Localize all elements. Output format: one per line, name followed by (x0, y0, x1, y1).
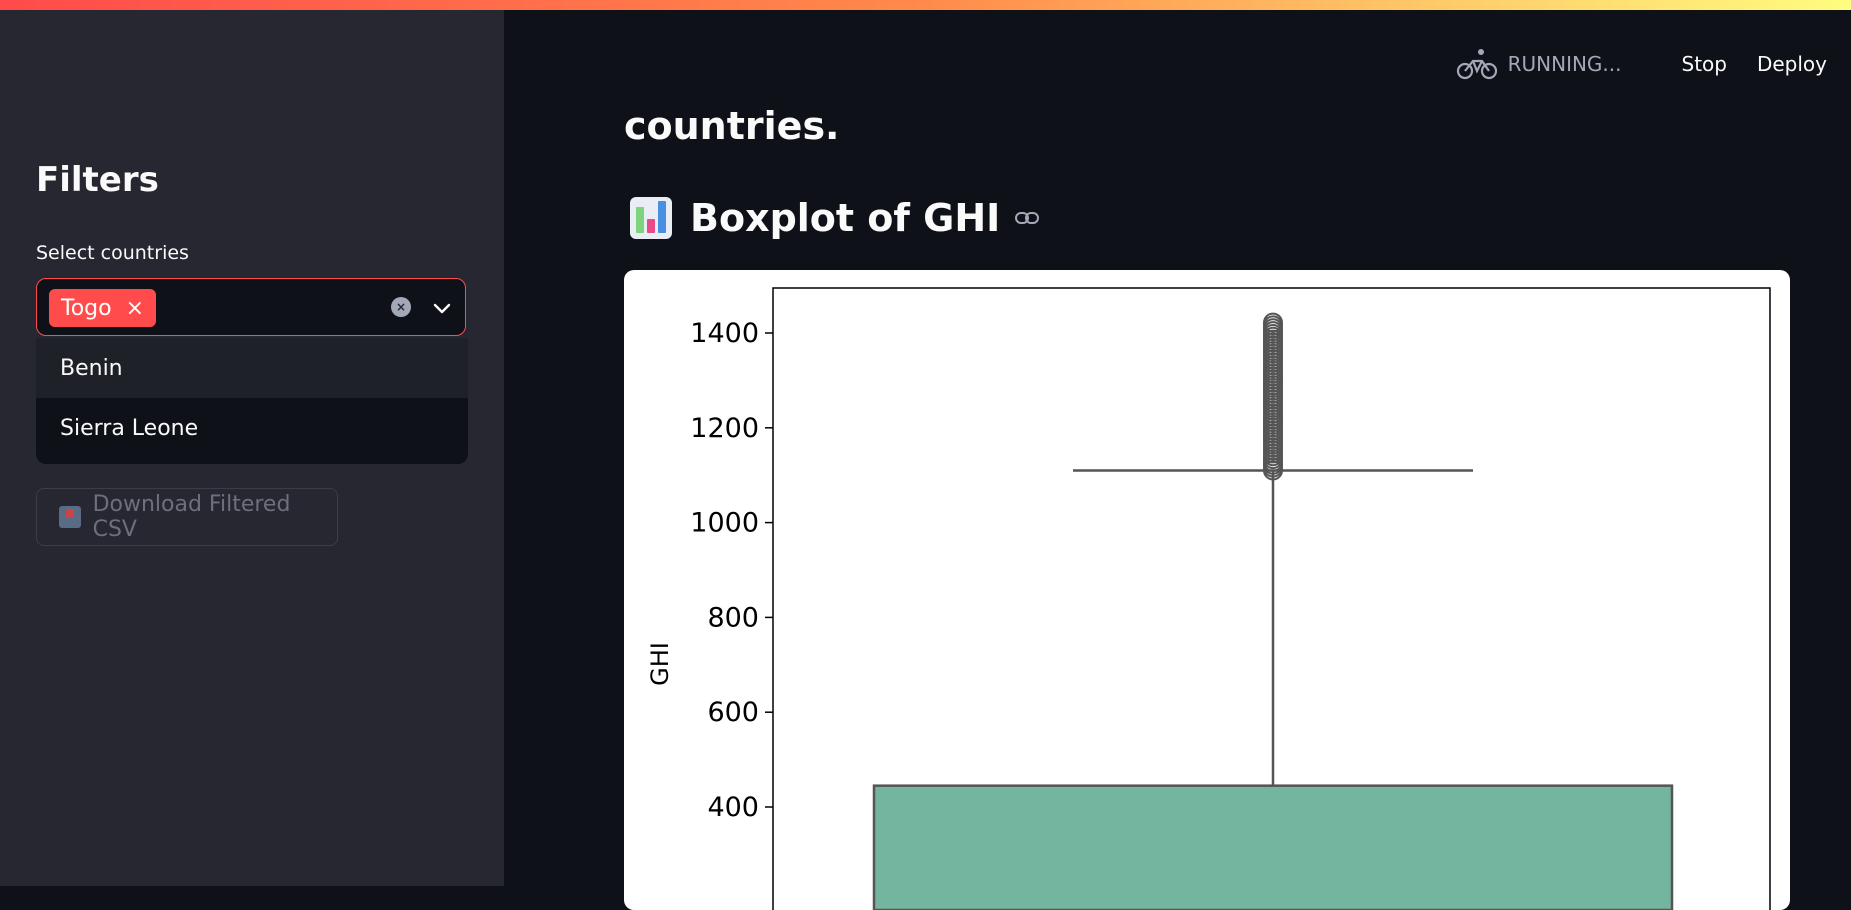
y-axis: 400 600 800 1000 1200 1400 (690, 318, 773, 823)
inbox-tray-icon (59, 506, 81, 528)
countries-dropdown: Benin Sierra Leone (36, 338, 468, 464)
clear-selection-icon[interactable]: × (391, 297, 411, 317)
link-icon[interactable] (1014, 210, 1040, 226)
top-accent-bar (0, 0, 1851, 10)
remove-tag-icon[interactable]: × (126, 296, 144, 321)
y-tick-label: 1200 (690, 413, 759, 444)
box-series (872, 312, 1674, 910)
option-sierra-leone[interactable]: Sierra Leone (36, 398, 468, 458)
boxplot-chart-card: 400 600 800 1000 1200 1400 GHI (624, 270, 1790, 910)
sidebar: Filters Select countries Togo × × Benin … (0, 10, 504, 886)
section-title: Boxplot of GHI (690, 196, 1001, 240)
boxplot-svg: 400 600 800 1000 1200 1400 GHI (646, 287, 1771, 910)
download-filtered-csv-button[interactable]: Download Filtered CSV (36, 488, 338, 546)
y-tick-label: 800 (707, 602, 759, 633)
app-toolbar: RUNNING... Stop Deploy (1456, 44, 1827, 84)
download-label: Download Filtered CSV (92, 492, 291, 542)
running-text: RUNNING... (1507, 52, 1622, 76)
section-heading: Boxplot of GHI (630, 196, 1040, 240)
chevron-down-icon[interactable] (431, 297, 453, 319)
page-heading-fragment: countries. (624, 104, 840, 148)
countries-multiselect[interactable]: Togo × × (36, 278, 466, 336)
selected-tag-togo: Togo × (49, 289, 157, 327)
y-axis-label: GHI (646, 642, 674, 686)
box-iqr (872, 784, 1674, 910)
select-countries-label: Select countries (36, 242, 189, 264)
stop-button[interactable]: Stop (1682, 52, 1727, 76)
bar-chart-icon (630, 197, 672, 239)
bike-icon (1456, 49, 1497, 80)
y-tick-label: 400 (707, 792, 759, 823)
y-tick-label: 600 (707, 697, 759, 728)
tag-label: Togo (61, 295, 112, 321)
running-status: RUNNING... (1456, 47, 1622, 81)
option-benin[interactable]: Benin (36, 338, 468, 398)
y-tick-label: 1000 (690, 508, 759, 539)
deploy-button[interactable]: Deploy (1757, 52, 1827, 76)
y-tick-label: 1400 (690, 318, 759, 349)
sidebar-title: Filters (36, 160, 159, 200)
